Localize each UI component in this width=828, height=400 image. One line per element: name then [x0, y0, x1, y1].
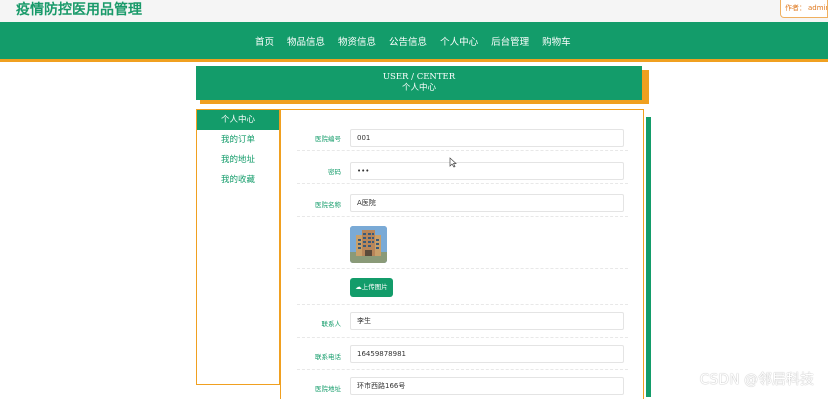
upload-button-label: 上传图片	[361, 283, 388, 291]
form-row-address: 医院地址 环市西路166号	[297, 370, 628, 400]
sidebar-item-personal-center[interactable]: 个人中心	[197, 110, 279, 130]
sidebar-item-orders[interactable]: 我的订单	[197, 130, 279, 150]
contact-input[interactable]: 李生	[350, 312, 624, 330]
password-input[interactable]: •••	[350, 162, 624, 180]
form-row-upload	[297, 269, 628, 305]
sidebar-item-favorites[interactable]: 我的收藏	[197, 170, 279, 190]
nav-notice-info[interactable]: 公告信息	[389, 34, 427, 48]
contact-label: 联系人	[321, 320, 342, 328]
phone-input[interactable]: 16459878981	[350, 345, 624, 363]
password-label: 密码	[328, 168, 341, 176]
hospital-no-input[interactable]: 001	[350, 129, 624, 147]
top-bar: 疫情防控医用品管理 作者： admin	[0, 0, 828, 22]
nav-admin[interactable]: 后台管理	[491, 34, 529, 48]
author-badge: 作者： admin	[780, 0, 828, 18]
address-label: 医院地址	[315, 385, 341, 393]
nav-home[interactable]: 首页	[255, 34, 274, 48]
address-input[interactable]: 环市西路166号	[350, 377, 624, 395]
author-value[interactable]: admin	[808, 4, 827, 12]
profile-form: 医院编号 001 密码 ••• 医院名称 A医院 ☁上传图片 联系人 李生 联系…	[280, 109, 644, 399]
main-nav: 首页 物品信息 物资信息 公告信息 个人中心 后台管理 购物车	[0, 22, 828, 59]
hospital-no-label: 医院编号	[315, 135, 341, 143]
hospital-image	[350, 226, 387, 263]
mouse-pointer-icon	[449, 157, 457, 168]
hospital-building-icon	[350, 226, 387, 263]
nav-supplies-info[interactable]: 物资信息	[338, 34, 376, 48]
watermark: CSDN @邻居科技	[699, 372, 814, 388]
nav-cart[interactable]: 购物车	[542, 34, 571, 48]
phone-label: 联系电话	[315, 353, 341, 361]
hospital-name-label: 医院名称	[315, 201, 341, 209]
banner-title-cn: 个人中心	[401, 83, 436, 93]
form-row-hospital-no: 医院编号 001	[297, 120, 628, 151]
sidebar: 个人中心 我的订单 我的地址 我的收藏	[196, 109, 280, 385]
page-banner: USER / CENTER 个人中心	[196, 66, 642, 100]
site-title: 疫情防控医用品管理	[16, 2, 142, 18]
upload-image-button[interactable]: ☁上传图片	[350, 278, 393, 297]
form-row-hospital-name: 医院名称 A医院	[297, 184, 628, 217]
banner-title-en: USER / CENTER	[382, 72, 456, 82]
sidebar-item-address[interactable]: 我的地址	[197, 150, 279, 170]
nav-underline	[0, 59, 828, 62]
nav-items-info[interactable]: 物品信息	[287, 34, 325, 48]
form-row-password: 密码 •••	[297, 151, 628, 184]
form-row-contact: 联系人 李生	[297, 305, 628, 338]
content-shadow	[646, 117, 651, 397]
author-label: 作者：	[785, 4, 806, 12]
nav-personal-center[interactable]: 个人中心	[440, 34, 478, 48]
hospital-name-input[interactable]: A医院	[350, 194, 624, 212]
form-row-image	[297, 217, 628, 269]
form-row-phone: 联系电话 16459878981	[297, 338, 628, 370]
